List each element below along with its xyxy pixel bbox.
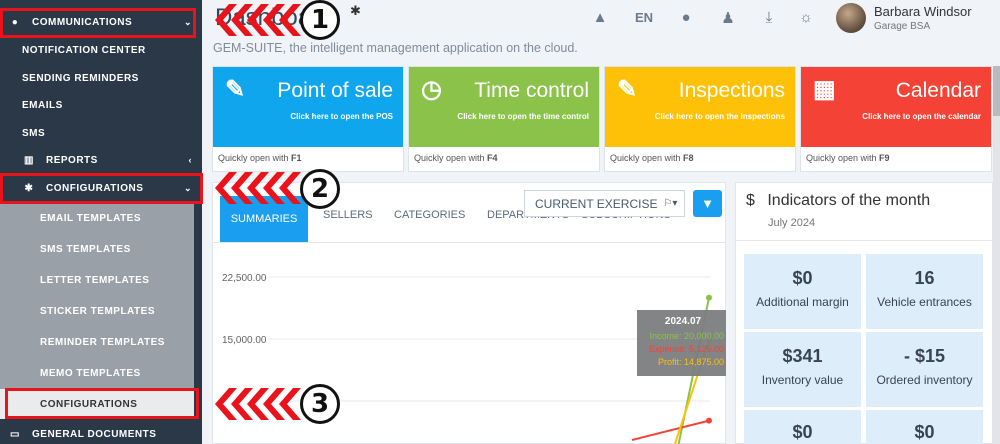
annotation-number: 1 <box>300 0 340 40</box>
annotation-number: 3 <box>300 384 340 424</box>
annotation-layer <box>215 4 301 420</box>
annotation-number: 2 <box>300 169 340 209</box>
annotation-arrow <box>279 4 301 36</box>
annotation-arrow <box>279 388 301 420</box>
annotation-arrow <box>279 172 301 204</box>
